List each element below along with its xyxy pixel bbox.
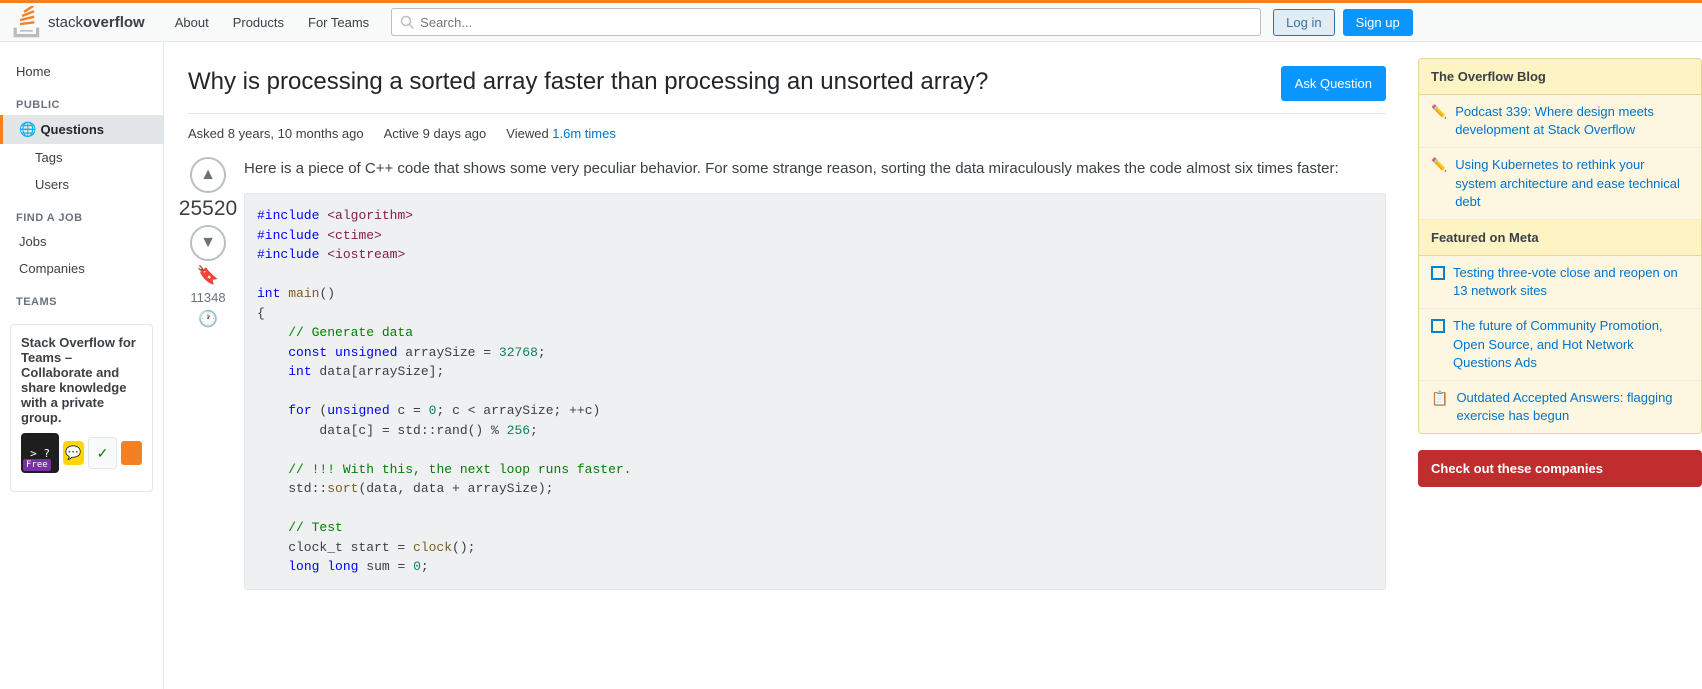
teams-box-title: Stack Overflow for Teams – Collaborate a… — [21, 335, 142, 425]
bookmark-count: 11348 — [190, 290, 225, 305]
pencil-icon-1: ✏️ — [1431, 104, 1447, 120]
companies-title: Check out these companies — [1419, 451, 1701, 486]
orange-box — [121, 441, 142, 465]
search-input[interactable] — [420, 15, 1252, 30]
teams-illustration: >_? Free 💬 ✓ — [21, 433, 142, 473]
checkbox-icon-2 — [1431, 319, 1445, 333]
sidebar-item-companies[interactable]: Companies — [0, 255, 163, 282]
pencil-icon-2: ✏️ — [1431, 157, 1447, 173]
ask-question-button[interactable]: Ask Question — [1281, 66, 1386, 101]
bookmark-button[interactable]: 🔖 — [197, 265, 219, 286]
blog-item-2: ✏️ Using Kubernetes to rethink your syst… — [1419, 148, 1701, 220]
search-icon — [400, 15, 414, 29]
upvote-button[interactable]: ▲ — [190, 157, 226, 193]
logo[interactable]: stackoverflow — [12, 6, 145, 38]
meta-item-2: The future of Community Promotion, Open … — [1419, 309, 1701, 381]
blog-link-2[interactable]: Using Kubernetes to rethink your system … — [1455, 156, 1689, 211]
asked-meta: Asked 8 years, 10 months ago — [188, 126, 364, 141]
question-title: Why is processing a sorted array faster … — [188, 66, 1265, 97]
meta-item-1: Testing three-vote close and reopen on 1… — [1419, 256, 1701, 309]
meta-link-3[interactable]: Outdated Accepted Answers: flagging exer… — [1456, 389, 1689, 425]
sidebar-item-users[interactable]: Users — [0, 171, 163, 198]
sidebar-section-find-a-job: FIND A JOB — [0, 198, 163, 228]
question-header: Why is processing a sorted array faster … — [188, 66, 1386, 114]
header-buttons: Log in Sign up — [1273, 9, 1413, 36]
notes-icon: 📋 — [1431, 390, 1448, 407]
active-meta: Active 9 days ago — [384, 126, 487, 141]
nav-for-teams[interactable]: For Teams — [298, 9, 379, 36]
sidebar-item-jobs[interactable]: Jobs — [0, 228, 163, 255]
main-content: Why is processing a sorted array faster … — [164, 42, 1402, 689]
question-meta: Asked 8 years, 10 months ago Active 9 da… — [188, 126, 1386, 141]
sidebar-item-tags[interactable]: Tags — [0, 144, 163, 171]
nav-about[interactable]: About — [165, 9, 219, 36]
featured-meta-title: Featured on Meta — [1419, 220, 1701, 256]
code-block: #include <algorithm> #include <ctime> #i… — [244, 193, 1386, 590]
meta-link-2[interactable]: The future of Community Promotion, Open … — [1453, 317, 1689, 372]
companies-widget: Check out these companies — [1418, 450, 1702, 487]
page-wrapper: Home PUBLIC 🌐 Questions Tags Users FIND … — [0, 42, 1702, 689]
blog-item-1: ✏️ Podcast 339: Where design meets devel… — [1419, 95, 1701, 148]
main-nav: About Products For Teams — [165, 9, 379, 36]
login-button[interactable]: Log in — [1273, 9, 1334, 36]
globe-icon: 🌐 — [19, 121, 36, 138]
check-item: ✓ — [88, 437, 118, 469]
sidebar-section-teams: TEAMS — [0, 282, 163, 312]
signup-button[interactable]: Sign up — [1343, 9, 1413, 36]
meta-item-3: 📋 Outdated Accepted Answers: flagging ex… — [1419, 381, 1701, 433]
header: stackoverflow About Products For Teams L… — [0, 0, 1702, 42]
checkbox-icon-1 — [1431, 266, 1445, 280]
sidebar-teams-box: Stack Overflow for Teams – Collaborate a… — [10, 324, 153, 492]
post-content: Here is a piece of C++ code that shows s… — [244, 157, 1386, 590]
viewed-meta: Viewed 1.6m times — [506, 126, 616, 141]
history-button[interactable]: 🕐 — [198, 309, 218, 329]
logo-text: stackoverflow — [48, 14, 145, 31]
blog-link-1[interactable]: Podcast 339: Where design meets developm… — [1455, 103, 1689, 139]
vote-section: ▲ 25520 ▼ 🔖 11348 🕐 — [188, 157, 228, 590]
left-sidebar: Home PUBLIC 🌐 Questions Tags Users FIND … — [0, 42, 164, 689]
stackoverflow-logo-icon — [12, 6, 44, 38]
overflow-blog-widget: The Overflow Blog ✏️ Podcast 339: Where … — [1418, 58, 1702, 434]
vote-count: 25520 — [179, 197, 237, 221]
post-text: Here is a piece of C++ code that shows s… — [244, 157, 1386, 181]
sidebar-item-questions[interactable]: 🌐 Questions — [0, 115, 163, 144]
sidebar-section-public: PUBLIC — [0, 85, 163, 115]
downvote-button[interactable]: ▼ — [190, 225, 226, 261]
sidebar-home[interactable]: Home — [0, 58, 163, 85]
chat-icon: 💬 — [63, 441, 84, 465]
search-bar — [391, 8, 1261, 36]
terminal-icon: >_? Free — [21, 433, 59, 473]
question-body: ▲ 25520 ▼ 🔖 11348 🕐 Here is a piece of C… — [188, 157, 1386, 590]
right-sidebar: The Overflow Blog ✏️ Podcast 339: Where … — [1402, 42, 1702, 689]
blog-widget-title: The Overflow Blog — [1419, 59, 1701, 95]
nav-products[interactable]: Products — [223, 9, 294, 36]
meta-link-1[interactable]: Testing three-vote close and reopen on 1… — [1453, 264, 1689, 300]
